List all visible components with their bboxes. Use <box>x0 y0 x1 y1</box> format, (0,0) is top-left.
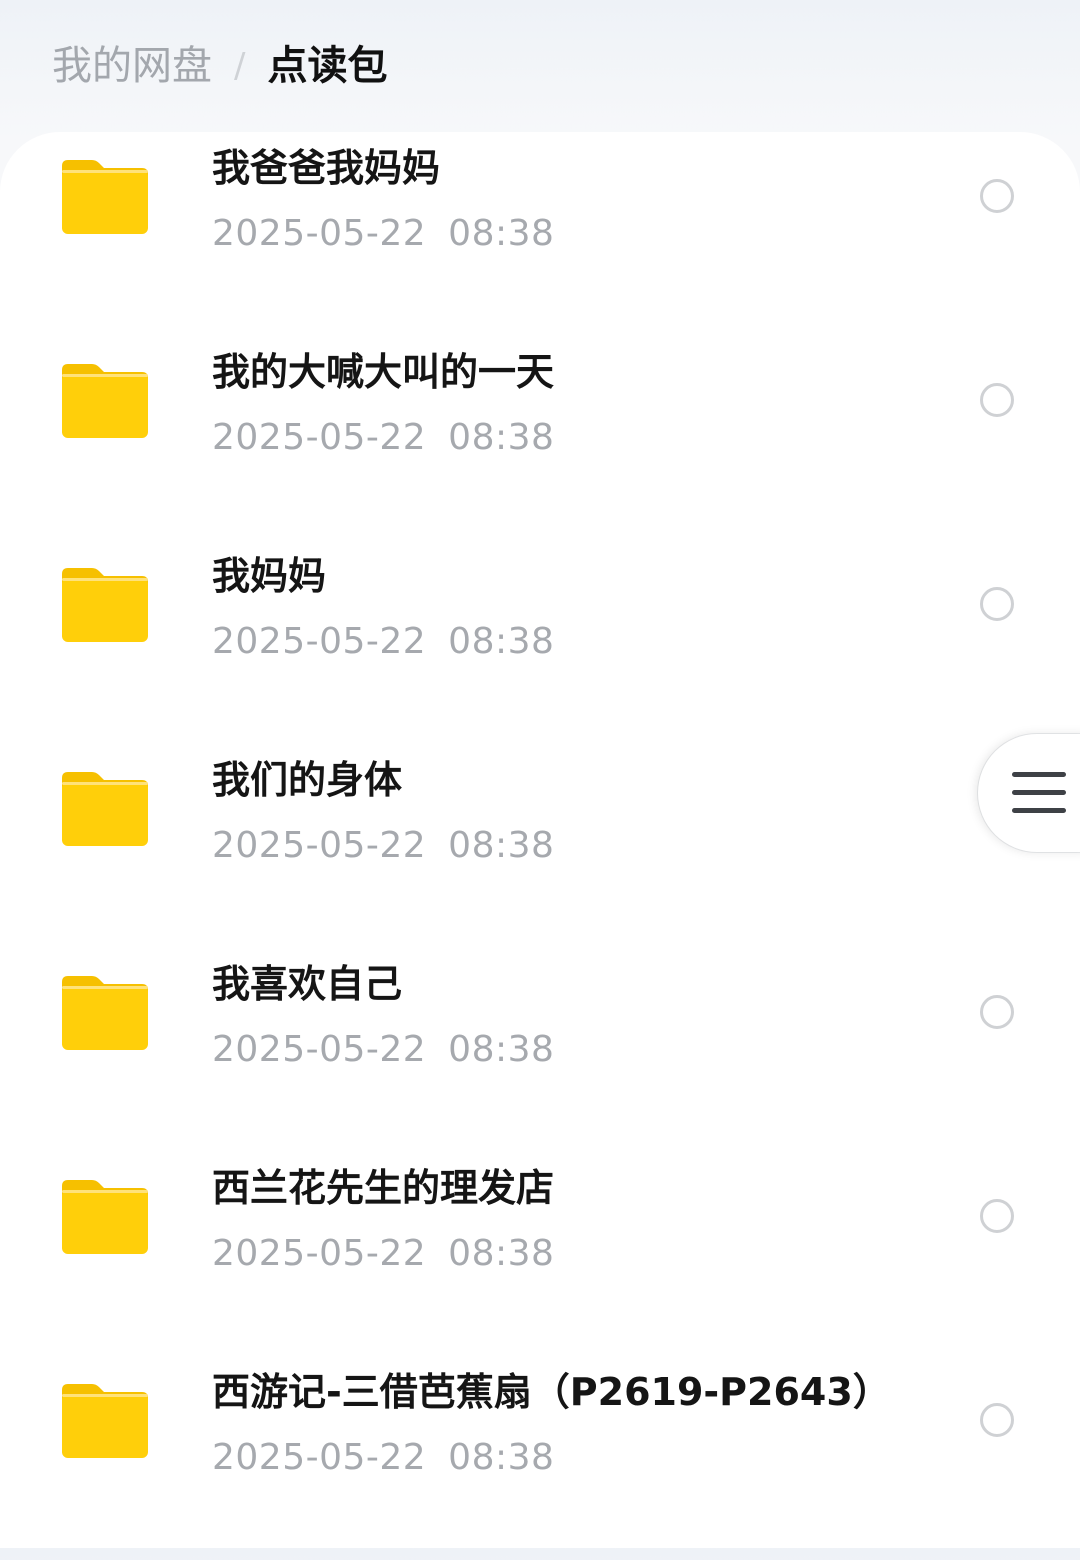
folder-icon <box>62 568 148 642</box>
file-date: 2025-05-22 08:38 <box>212 825 555 866</box>
file-name: 我爸爸我妈妈 <box>212 146 441 190</box>
select-radio-button[interactable] <box>980 587 1014 621</box>
file-date: 2025-05-22 08:38 <box>212 1233 555 1274</box>
file-date: 2025-05-22 08:38 <box>212 621 555 662</box>
file-row[interactable]: 我们的身体 2025-05-22 08:38 <box>0 744 1080 948</box>
folder-icon <box>62 772 148 846</box>
file-list-panel: 我爸爸我妈妈 2025-05-22 08:38 我的大喊大叫的一天 2025-0… <box>0 132 1080 1548</box>
file-date: 2025-05-22 08:38 <box>212 213 555 254</box>
select-radio-button[interactable] <box>980 1403 1014 1437</box>
breadcrumb-root-link[interactable]: 我的网盘 <box>52 36 212 96</box>
breadcrumb: 我的网盘 / 点读包 <box>52 36 387 96</box>
menu-icon <box>1012 772 1066 814</box>
file-date: 2025-05-22 08:38 <box>212 417 555 458</box>
file-name: 我妈妈 <box>212 554 327 598</box>
file-row[interactable]: 西兰花先生的理发店 2025-05-22 08:38 <box>0 1152 1080 1356</box>
folder-icon <box>62 1384 148 1458</box>
file-date: 2025-05-22 08:38 <box>212 1029 555 1070</box>
file-name: 西兰花先生的理发店 <box>212 1166 555 1210</box>
breadcrumb-separator: / <box>234 46 246 86</box>
select-radio-button[interactable] <box>980 383 1014 417</box>
select-radio-button[interactable] <box>980 179 1014 213</box>
file-row[interactable]: 我妈妈 2025-05-22 08:38 <box>0 540 1080 744</box>
file-name: 我们的身体 <box>212 758 403 802</box>
file-name: 西游记-三借芭蕉扇（P2619-P2643） <box>212 1370 891 1414</box>
file-name: 我喜欢自己 <box>212 962 403 1006</box>
file-row[interactable]: 我爸爸我妈妈 2025-05-22 08:38 <box>0 132 1080 336</box>
folder-icon <box>62 364 148 438</box>
file-date: 2025-05-22 08:38 <box>212 1437 555 1478</box>
folder-icon <box>62 976 148 1050</box>
folder-icon <box>62 1180 148 1254</box>
select-radio-button[interactable] <box>980 995 1014 1029</box>
file-name: 我的大喊大叫的一天 <box>212 350 555 394</box>
breadcrumb-current: 点读包 <box>267 43 388 89</box>
select-radio-button[interactable] <box>980 1199 1014 1233</box>
file-row[interactable]: 西游记-三借芭蕉扇（P2619-P2643） 2025-05-22 08:38 <box>0 1356 1080 1560</box>
folder-icon <box>62 160 148 234</box>
file-row[interactable]: 我的大喊大叫的一天 2025-05-22 08:38 <box>0 336 1080 540</box>
file-row[interactable]: 我喜欢自己 2025-05-22 08:38 <box>0 948 1080 1152</box>
